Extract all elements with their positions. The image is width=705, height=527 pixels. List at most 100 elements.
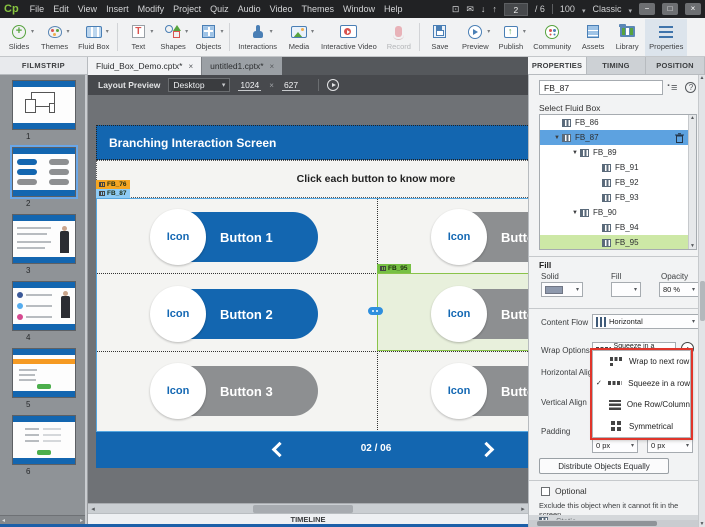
fluid-box-tag-fb95[interactable]: FB_95 <box>377 264 411 273</box>
menu-video[interactable]: Video <box>270 4 293 14</box>
close-button[interactable] <box>685 3 701 15</box>
subtitle-fluid-box[interactable]: Click each button to know more <box>96 160 528 198</box>
tree-item-fb89[interactable]: ▼ FB_89 <box>540 145 696 160</box>
fluid-box-name-input[interactable] <box>539 80 663 95</box>
menu-file[interactable]: File <box>30 4 45 14</box>
scroll-right-icon[interactable] <box>80 517 83 524</box>
menu-themes[interactable]: Themes <box>302 4 335 14</box>
opacity-select[interactable]: 80 % <box>659 282 699 297</box>
tab-timing[interactable]: TIMING <box>587 57 646 74</box>
button-4-partial[interactable]: Icon Button <box>431 209 528 265</box>
panel-horizontal-scrollbar[interactable] <box>529 520 699 527</box>
tab-position[interactable]: POSITION <box>646 57 705 74</box>
tree-scrollbar[interactable]: ▲ ▼ <box>688 115 696 249</box>
tab-properties[interactable]: PROPERTIES <box>528 57 587 74</box>
previous-slide-icon[interactable] <box>481 0 486 18</box>
content-flow-select[interactable]: Horizontal <box>592 314 699 329</box>
scrollbar-thumb[interactable] <box>699 281 705 321</box>
scroll-down-icon[interactable]: ▼ <box>690 243 695 249</box>
properties-button[interactable]: Properties <box>645 18 688 56</box>
assets-button[interactable]: Assets <box>577 19 609 56</box>
scroll-left-icon[interactable] <box>88 505 98 513</box>
next-slide-icon[interactable] <box>492 0 497 18</box>
preview-play-icon[interactable] <box>327 79 340 91</box>
stage-width-field[interactable]: 1024 <box>238 80 262 91</box>
button-3[interactable]: Icon Button 3 <box>150 363 318 419</box>
help-icon[interactable] <box>685 82 697 93</box>
captivate-logo[interactable]: Cp <box>4 3 19 15</box>
menu-item-squeeze-in-a-row[interactable]: Squeeze in a row <box>593 373 690 395</box>
close-tab-icon[interactable]: × <box>270 62 275 71</box>
padding-left-field[interactable]: 0 px <box>592 438 638 453</box>
menu-audio[interactable]: Audio <box>238 4 261 14</box>
slide-thumbnail-4[interactable] <box>11 281 76 331</box>
menu-item-wrap-to-next-row[interactable]: Wrap to next row <box>593 351 690 373</box>
menu-item-one-row-column[interactable]: One Row/Column <box>593 394 690 416</box>
tree-item-fb86[interactable]: FB_86 <box>540 115 696 130</box>
canvas-horizontal-scrollbar[interactable] <box>88 503 528 513</box>
device-preview-icon[interactable] <box>452 0 460 18</box>
scroll-up-icon[interactable]: ▲ <box>700 75 705 81</box>
panel-menu-icon[interactable] <box>667 80 677 94</box>
save-button[interactable]: Save <box>424 19 456 56</box>
interactive-video-button[interactable]: Interactive Video <box>317 19 381 56</box>
menu-view[interactable]: View <box>78 4 97 14</box>
fluid-box-tag-fb76[interactable]: FB_76 <box>96 180 130 189</box>
slide-thumbnail-5[interactable] <box>11 348 76 398</box>
current-slide-field[interactable]: 2 <box>503 2 528 16</box>
collapse-triangle-icon[interactable]: ▼ <box>572 210 580 216</box>
button-1[interactable]: Icon Button 1 <box>150 209 318 265</box>
menu-window[interactable]: Window <box>343 4 375 14</box>
optional-checkbox[interactable] <box>541 486 550 496</box>
slide-thumbnail-2-selected[interactable] <box>9 145 78 199</box>
tree-item-fb95-highlighted[interactable]: FB_95 <box>540 235 696 249</box>
zoom-dropdown-icon[interactable] <box>582 0 586 18</box>
slide-stage[interactable]: Branching Interaction Screen Click each … <box>96 125 528 468</box>
tree-item-fb87-selected[interactable]: ▼ FB_87 <box>540 130 696 145</box>
shapes-button[interactable]: Shapes <box>156 19 189 56</box>
next-chevron-icon[interactable] <box>478 441 495 458</box>
menu-insert[interactable]: Insert <box>106 4 129 14</box>
tree-item-fb93[interactable]: FB_93 <box>540 190 696 205</box>
scroll-right-icon[interactable] <box>518 505 528 513</box>
filmstrip-scrollbar[interactable] <box>0 515 85 524</box>
fluid-box-drag-handle[interactable] <box>368 307 383 315</box>
tree-item-fb90[interactable]: ▼ FB_90 <box>540 205 696 220</box>
workspace-dropdown-icon[interactable] <box>628 0 632 18</box>
menu-item-symmetrical[interactable]: Symmetrical <box>593 416 690 438</box>
padding-right-field[interactable]: 0 px <box>647 438 693 453</box>
library-button[interactable]: Library <box>611 19 643 56</box>
panel-vertical-scrollbar[interactable]: ▲ ▼ <box>698 75 705 527</box>
media-button[interactable]: Media <box>283 19 315 56</box>
slide-thumbnail-3[interactable] <box>11 214 76 264</box>
delete-fluid-box-icon[interactable] <box>675 132 684 143</box>
workspace-selector[interactable]: Classic <box>592 4 621 14</box>
scroll-left-icon[interactable] <box>2 517 5 524</box>
tree-item-fb91[interactable]: FB_91 <box>540 160 696 175</box>
stage-height-field[interactable]: 627 <box>281 80 301 91</box>
slides-button[interactable]: Slides <box>3 19 35 56</box>
tab-untitled1[interactable]: untitled1.cptx* × <box>201 57 283 75</box>
distribute-objects-button[interactable]: Distribute Objects Equally <box>539 458 669 474</box>
button-5-partial[interactable]: Icon Button <box>431 286 528 342</box>
menu-modify[interactable]: Modify <box>138 4 165 14</box>
solid-fill-select[interactable] <box>541 282 583 297</box>
preview-button[interactable]: Preview <box>458 19 493 56</box>
objects-button[interactable]: Objects <box>192 19 225 56</box>
scrollbar-thumb[interactable] <box>537 521 657 526</box>
filmstrip-panel-header[interactable]: FILMSTRIP <box>0 57 88 75</box>
fill-color-picker[interactable] <box>611 282 641 297</box>
fluid-box-tag-fb87[interactable]: FB_87 <box>96 189 130 198</box>
button-2[interactable]: Icon Button 2 <box>150 286 318 342</box>
button-6-partial[interactable]: Icon Button <box>431 363 528 419</box>
slide-thumbnail-6[interactable] <box>11 415 76 465</box>
scrollbar-thumb[interactable] <box>253 504 353 513</box>
tree-item-fb94[interactable]: FB_94 <box>540 220 696 235</box>
tree-item-fb92[interactable]: FB_92 <box>540 175 696 190</box>
previous-chevron-icon[interactable] <box>271 441 288 458</box>
interactions-button[interactable]: Interactions <box>234 19 281 56</box>
menu-project[interactable]: Project <box>173 4 201 14</box>
maximize-button[interactable] <box>662 3 678 15</box>
slide-thumbnail-1[interactable] <box>11 80 76 130</box>
text-button[interactable]: Text <box>122 19 154 56</box>
